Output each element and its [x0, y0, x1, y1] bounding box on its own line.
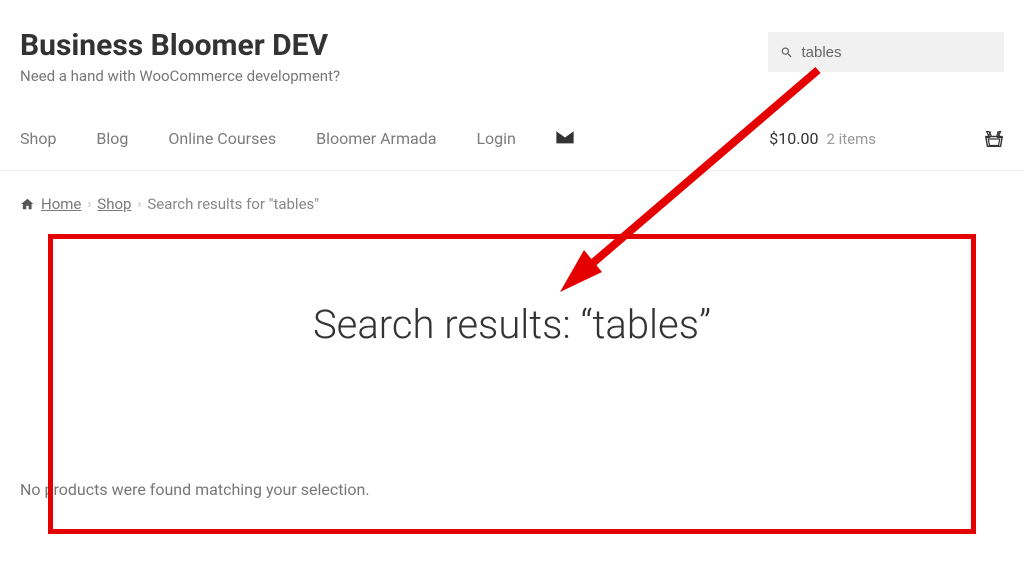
nav-login[interactable]: Login [476, 129, 515, 148]
search-icon [780, 45, 793, 60]
envelope-icon [556, 130, 574, 144]
search-input[interactable] [801, 44, 992, 61]
breadcrumb-separator: › [87, 197, 91, 212]
site-header: Business Bloomer DEV Need a hand with Wo… [0, 0, 1024, 85]
nav-contact[interactable] [556, 129, 574, 148]
header-branding: Business Bloomer DEV Need a hand with Wo… [20, 28, 768, 85]
nav-online-courses[interactable]: Online Courses [168, 129, 276, 148]
breadcrumb-separator: › [137, 197, 141, 212]
nav-links: Shop Blog Online Courses Bloomer Armada … [20, 129, 574, 148]
nav-shop[interactable]: Shop [20, 129, 56, 148]
basket-icon[interactable] [984, 130, 1004, 148]
search-box[interactable] [768, 32, 1004, 72]
breadcrumb-current: Search results for "tables" [147, 195, 319, 213]
cart-price: $10.00 [769, 129, 818, 148]
breadcrumb-home[interactable]: Home [41, 195, 81, 213]
breadcrumb-shop[interactable]: Shop [97, 195, 131, 213]
no-results-message: No products were found matching your sel… [0, 480, 1024, 499]
cart-items-count: 2 items [826, 130, 876, 148]
home-icon[interactable] [20, 197, 35, 211]
page-title: Search results: “tables” [0, 301, 1024, 348]
cart-area[interactable]: $10.00 2 items [769, 129, 1004, 148]
nav-blog[interactable]: Blog [96, 129, 128, 148]
site-title[interactable]: Business Bloomer DEV [20, 28, 768, 63]
nav-bloomer-armada[interactable]: Bloomer Armada [316, 129, 436, 148]
site-tagline: Need a hand with WooCommerce development… [20, 67, 768, 85]
breadcrumb: Home › Shop › Search results for "tables… [0, 171, 1024, 233]
nav-bar: Shop Blog Online Courses Bloomer Armada … [0, 85, 1024, 171]
